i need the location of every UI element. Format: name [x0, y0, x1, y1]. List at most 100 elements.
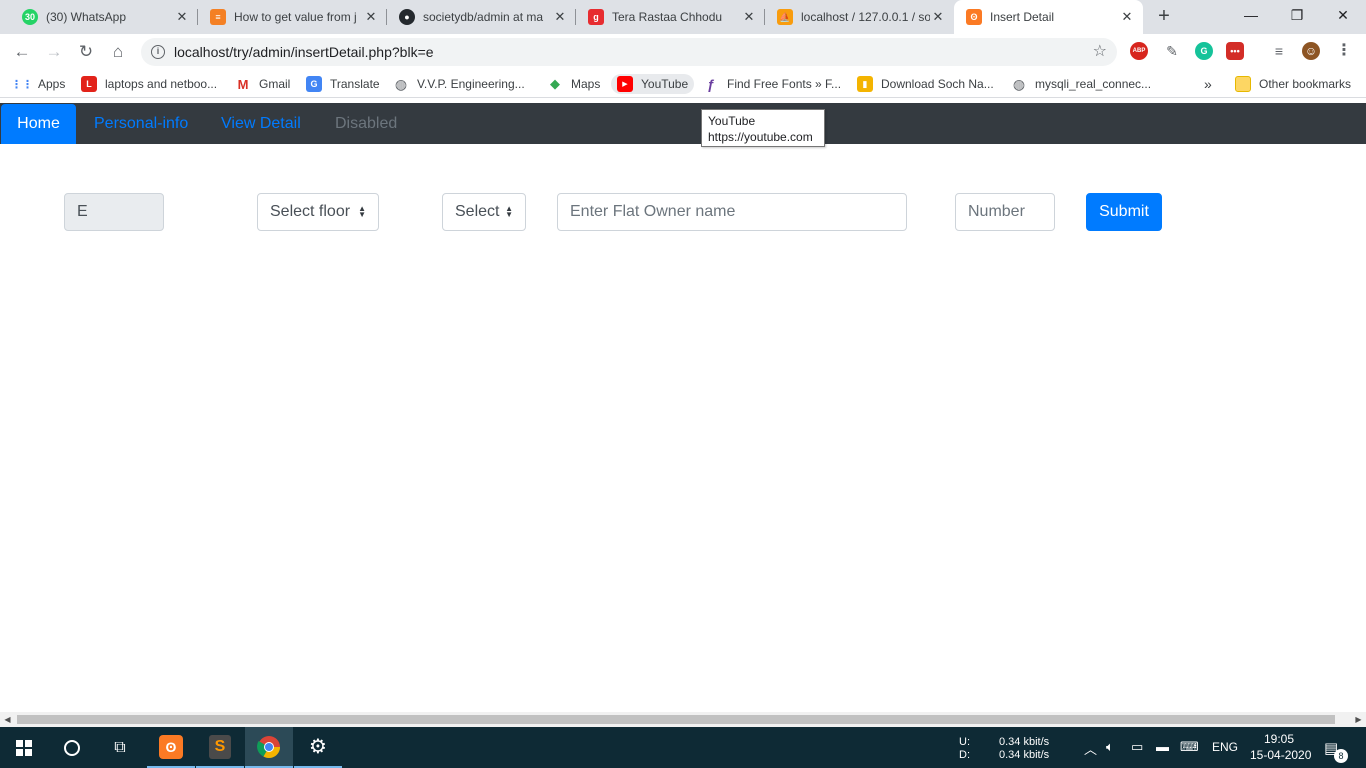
other-bookmarks[interactable]: Other bookmarks [1235, 74, 1351, 94]
tab-phpmyadmin[interactable]: ⛵ localhost / 127.0.0.1 / so ✕ [765, 0, 954, 34]
scroll-right-icon[interactable]: ▶ [1351, 712, 1366, 727]
forward-arrow-icon[interactable]: → [42, 40, 66, 64]
star-icon[interactable]: ☆ [1093, 41, 1107, 61]
keyboard-icon[interactable]: ⌨︎ [1180, 739, 1199, 755]
tab-github[interactable]: ● societydb/admin at ma ✕ [387, 0, 576, 34]
owner-name-input[interactable]: Enter Flat Owner name [557, 193, 907, 231]
window-close-button[interactable]: ✕ [1320, 0, 1366, 30]
nav-disabled: Disabled [335, 115, 398, 132]
task-view-button[interactable]: ⧉ [96, 727, 144, 768]
bookmark-gmail[interactable]: M Gmail [235, 74, 291, 94]
nav-home[interactable]: Home [1, 104, 76, 144]
grammarly-icon[interactable]: G [1195, 42, 1213, 60]
taskbar-sublime[interactable]: S [196, 727, 244, 768]
bookmark-tooltip: YouTube https://youtube.com [701, 109, 825, 147]
restore-button[interactable]: ❐ [1274, 0, 1320, 30]
gmail-icon: M [237, 76, 249, 92]
scroll-left-icon[interactable]: ◀ [0, 712, 15, 727]
maps-icon: ◆ [550, 76, 560, 91]
net-up-label: U: [959, 736, 970, 748]
bookmark-youtube[interactable]: ▶ YouTube [611, 74, 695, 94]
new-tab-button[interactable]: + [1152, 5, 1176, 29]
xampp-icon: ʘ [966, 9, 982, 25]
bookmark-apps[interactable]: ⋮⋮ Apps [11, 74, 65, 94]
chevron-up-icon[interactable]: ︿ [1084, 739, 1097, 758]
nav-personal-info[interactable]: Personal-info [94, 103, 188, 144]
tooltip-title: YouTube [708, 114, 756, 128]
start-button[interactable] [0, 727, 48, 768]
submit-button[interactable]: Submit [1086, 193, 1162, 231]
address-bar[interactable]: i localhost/try/admin/insertDetail.php?b… [141, 38, 1117, 66]
globe-icon: ◍ [394, 75, 408, 92]
phpmyadmin-icon: ⛵ [777, 9, 793, 25]
flat-select-value: Select [455, 203, 500, 220]
bookmark-fonts[interactable]: ƒ Find Free Fonts » F... [703, 74, 841, 94]
gaana-icon: g [588, 9, 604, 25]
number-input[interactable]: Number [955, 193, 1055, 231]
tab-insert-detail[interactable]: ʘ Insert Detail ✕ [954, 0, 1143, 34]
volume-icon[interactable]: 🔈︎ [1106, 739, 1114, 755]
taskbar-chrome[interactable] [245, 727, 293, 768]
close-icon[interactable]: ✕ [174, 9, 190, 25]
task-view-icon: ⧉ [114, 738, 126, 756]
adblock-icon[interactable]: ABP [1130, 42, 1148, 60]
info-icon[interactable]: i [151, 45, 165, 59]
clock-date[interactable]: 15-04-2020 [1250, 749, 1311, 762]
scrollbar-thumb[interactable] [17, 715, 1335, 724]
bookmarks-overflow-button[interactable]: » [1204, 74, 1212, 94]
flat-select[interactable]: Select ▲ ▼ [442, 193, 526, 231]
minimize-button[interactable]: — [1228, 0, 1274, 30]
tab-title: Tera Rastaa Chhodu [612, 10, 723, 24]
youtube-icon: ▶ [617, 76, 633, 92]
bookmark-mysqli[interactable]: ◍ mysqli_real_connec... [1011, 74, 1151, 94]
close-icon[interactable]: ✕ [741, 9, 757, 25]
browser-toolbar: ← → ↻ ⌂ i localhost/try/admin/insertDeta… [0, 34, 1366, 70]
back-arrow-icon[interactable]: ← [10, 40, 34, 64]
tab-strip: 30 (30) WhatsApp ✕ ≡ How to get value fr… [0, 0, 1366, 34]
close-icon[interactable]: ✕ [930, 9, 946, 25]
menu-icon[interactable]: ⋮ [1335, 42, 1353, 60]
cortana-button[interactable] [48, 727, 96, 768]
close-icon[interactable]: ✕ [552, 9, 568, 25]
floor-select[interactable]: Select floor ▲ ▼ [257, 193, 379, 231]
language-indicator[interactable]: ENG [1212, 741, 1238, 754]
chrome-icon [257, 735, 280, 758]
bookmark-maps[interactable]: ◆ Maps [547, 74, 600, 94]
horizontal-scrollbar[interactable]: ◀ ▶ [0, 712, 1366, 727]
nav-view-detail[interactable]: View Detail [221, 103, 301, 144]
tab-stackoverflow[interactable]: ≡ How to get value from j ✕ [198, 0, 387, 34]
network-icon[interactable]: ▭ [1131, 739, 1143, 755]
select-arrows-icon: ▲ ▼ [505, 204, 513, 219]
taskbar-xampp[interactable]: ʘ [147, 727, 195, 768]
taskbar-settings[interactable]: ⚙ [294, 727, 342, 768]
eyedropper-icon[interactable]: ✎ [1163, 42, 1181, 60]
bookmark-download[interactable]: ▮ Download Soch Na... [857, 74, 994, 94]
lastpass-icon[interactable]: ••• [1226, 42, 1244, 60]
gear-icon: ⚙ [309, 736, 327, 758]
url-text[interactable]: localhost/try/admin/insertDetail.php?blk… [174, 44, 434, 60]
bookmark-laptops[interactable]: L laptops and netboo... [81, 74, 217, 94]
home-icon[interactable]: ⌂ [106, 40, 130, 64]
media-control-icon[interactable]: ≡ [1270, 42, 1288, 60]
close-icon[interactable]: ✕ [1119, 9, 1135, 25]
net-up-speed: 0.34 kbit/s [999, 736, 1050, 748]
bookmark-translate[interactable]: G Translate [306, 74, 380, 94]
clock-time[interactable]: 19:05 [1264, 733, 1294, 746]
sublime-text-icon: S [209, 734, 231, 759]
stackoverflow-icon: ≡ [210, 9, 226, 25]
translate-icon: G [306, 76, 322, 92]
battery-icon[interactable]: ▬ [1156, 739, 1169, 754]
tab-whatsapp[interactable]: 30 (30) WhatsApp ✕ [10, 0, 198, 34]
close-icon[interactable]: ✕ [363, 9, 379, 25]
fonts-icon: ƒ [707, 76, 715, 92]
tooltip-url: https://youtube.com [708, 130, 813, 144]
bookmarks-bar: ⋮⋮ Apps L laptops and netboo... M Gmail … [0, 70, 1366, 98]
windows-logo-icon [16, 739, 32, 756]
profile-avatar[interactable]: ☺ [1302, 42, 1320, 60]
bookmark-vvp[interactable]: ◍ V.V.P. Engineering... [393, 74, 525, 94]
tab-gaana[interactable]: g Tera Rastaa Chhodu ✕ [576, 0, 765, 34]
lenovo-icon: L [81, 76, 97, 92]
cortana-circle-icon [64, 739, 80, 756]
page-navbar: Home Personal-info View Detail Disabled [0, 103, 1366, 144]
reload-icon[interactable]: ↻ [74, 40, 98, 64]
